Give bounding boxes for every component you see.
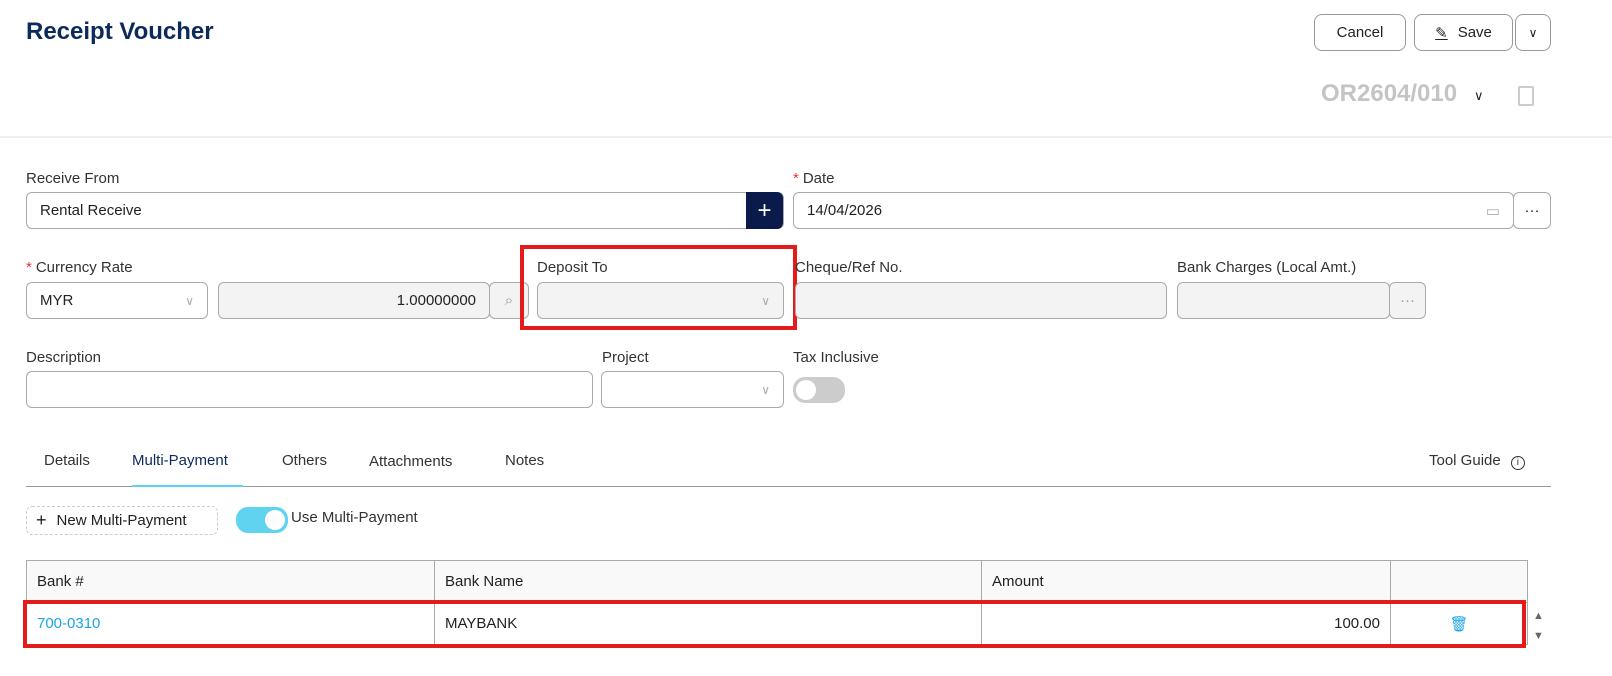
currency-select[interactable]: MYR ∨ xyxy=(26,282,208,319)
doc-number-chevron-icon[interactable]: ∨ xyxy=(1474,88,1484,104)
description-input[interactable] xyxy=(26,371,593,408)
date-value: 14/04/2026 xyxy=(807,202,883,219)
save-options-chevron-icon[interactable]: ∨ xyxy=(1515,14,1551,51)
info-icon: i xyxy=(1510,456,1525,470)
chevron-down-icon: ∨ xyxy=(761,293,770,308)
page-title: Receipt Voucher xyxy=(26,18,214,45)
rate-input: 1.00000000 xyxy=(218,282,490,319)
chevron-down-icon: ∨ xyxy=(185,293,194,308)
tool-guide-link[interactable]: Tool Guide i xyxy=(1429,452,1525,470)
column-header-bank-no[interactable]: Bank # xyxy=(26,560,435,603)
project-label: Project xyxy=(602,349,649,366)
column-header-bank-name[interactable]: Bank Name xyxy=(434,560,982,603)
scrollbar[interactable]: ▲ ▼ xyxy=(1533,606,1544,646)
tab-attachments[interactable]: Attachments xyxy=(369,453,452,470)
more-options-icon[interactable]: ··· xyxy=(1513,192,1551,229)
tabs-divider xyxy=(26,486,1551,487)
tab-notes[interactable]: Notes xyxy=(505,452,544,469)
receive-from-label: Receive From xyxy=(26,170,120,187)
deposit-to-select[interactable]: ∨ xyxy=(537,282,784,319)
cheque-label: Cheque/Ref No. xyxy=(795,259,903,276)
column-header-actions xyxy=(1390,560,1528,603)
calendar-icon[interactable]: ▭ xyxy=(1486,202,1500,220)
active-tab-indicator xyxy=(132,485,243,487)
scroll-down-icon: ▼ xyxy=(1533,630,1544,642)
pencil-icon: ✎ xyxy=(1435,24,1448,42)
tab-others[interactable]: Others xyxy=(282,452,327,469)
scroll-up-icon: ▲ xyxy=(1533,610,1544,622)
deposit-to-label: Deposit To xyxy=(537,259,608,276)
column-header-amount[interactable]: Amount xyxy=(981,560,1391,603)
date-input[interactable]: 14/04/2026 ▭ xyxy=(793,192,1514,229)
project-select[interactable]: ∨ xyxy=(601,371,784,408)
tax-inclusive-toggle[interactable] xyxy=(793,377,845,403)
document-number: OR2604/010 xyxy=(1321,80,1458,107)
cheque-input[interactable] xyxy=(795,282,1167,319)
plus-icon: + xyxy=(36,510,47,530)
add-plus-icon[interactable]: + xyxy=(746,192,783,229)
currency-rate-label: * Currency Rate xyxy=(26,259,133,276)
bank-charges-input[interactable] xyxy=(1177,282,1390,319)
new-multi-payment-button[interactable]: + New Multi-Payment xyxy=(26,506,218,535)
receive-from-value: Rental Receive xyxy=(40,202,142,219)
date-label: * Date xyxy=(793,170,835,187)
header-divider xyxy=(0,136,1612,138)
bank-charges-label: Bank Charges (Local Amt.) xyxy=(1177,259,1357,276)
receive-from-input[interactable]: Rental Receive xyxy=(26,192,784,229)
tab-details[interactable]: Details xyxy=(44,452,90,469)
tax-inclusive-label: Tax Inclusive xyxy=(793,349,879,366)
tab-multi-payment[interactable]: Multi-Payment xyxy=(132,452,228,469)
use-multi-payment-toggle[interactable] xyxy=(236,507,288,533)
table-header: Bank # Bank Name Amount xyxy=(26,560,1528,603)
save-label: Save xyxy=(1457,24,1492,41)
document-search-icon[interactable] xyxy=(1518,86,1534,106)
use-multi-payment-label: Use Multi-Payment xyxy=(291,509,418,526)
cancel-button[interactable]: Cancel xyxy=(1314,14,1406,51)
row-highlight xyxy=(23,600,1526,648)
more-options-icon[interactable]: ··· xyxy=(1389,282,1426,319)
save-button[interactable]: ✎ Save xyxy=(1414,14,1513,51)
description-label: Description xyxy=(26,349,102,366)
chevron-down-icon: ∨ xyxy=(761,382,770,397)
